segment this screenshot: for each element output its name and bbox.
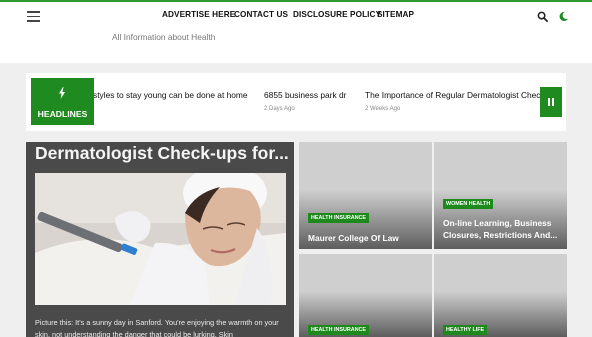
category-badge[interactable]: HEALTH INSURANCE (308, 213, 370, 223)
ticker-track: styles to stay young can be done at home… (26, 73, 566, 131)
moon-icon[interactable] (558, 11, 569, 22)
post-card[interactable]: HEALTH INSURANCE Maurer College Of Law (299, 142, 432, 249)
nav-contact-us[interactable]: CONTACT US (234, 10, 288, 19)
headlines-label: HEADLINES (37, 109, 88, 119)
post-card[interactable]: HEALTH INSURANCE (299, 254, 432, 337)
ticker-item[interactable]: styles to stay young can be done at home (93, 90, 248, 100)
ticker-pause-button[interactable] (540, 87, 562, 117)
post-card-title-line[interactable]: Closures, Restrictions And... (443, 229, 557, 241)
search-icon[interactable] (537, 11, 548, 22)
featured-post-title[interactable]: Dermatologist Check-ups for... (35, 143, 289, 164)
nav-advertise-here[interactable]: ADVERTISE HERE (162, 10, 235, 19)
headlines-label-box: HEADLINES (31, 78, 94, 125)
ticker-item-title[interactable]: styles to stay young can be done at home (93, 90, 248, 100)
post-card[interactable]: HEALTHY LIFE (434, 254, 567, 337)
pause-icon (548, 98, 551, 106)
category-badge[interactable]: HEALTHY LIFE (443, 325, 488, 335)
post-card-title-line[interactable]: On-line Learning, Business (443, 217, 557, 229)
post-card[interactable]: WOMEN HEALTH On-line Learning, Business … (434, 142, 567, 249)
nav-sitemap[interactable]: SITEMAP (377, 10, 414, 19)
site-header: ADVERTISE HERE CONTACT US DISCLOSURE POL… (0, 2, 592, 63)
site-tagline: All Information about Health (112, 32, 216, 42)
ticker-item-date: 2 Days Ago (264, 106, 295, 112)
featured-post[interactable]: Dermatologist Check-ups for... Picture t… (26, 142, 294, 337)
ticker-item[interactable]: 6855 business park dr 2 Days Ago (264, 90, 346, 112)
featured-post-excerpt: Picture this: It's a sunny day in Sanfor… (35, 318, 279, 337)
headlines-ticker: styles to stay young can be done at home… (26, 73, 566, 131)
category-badge[interactable]: WOMEN HEALTH (443, 199, 494, 209)
top-navigation: ADVERTISE HERE CONTACT US DISCLOSURE POL… (0, 10, 592, 24)
post-card-title[interactable]: Maurer College Of Law (308, 232, 399, 244)
post-card-title[interactable]: On-line Learning, Business Closures, Res… (443, 217, 557, 241)
featured-post-image[interactable] (35, 173, 286, 305)
ticker-item[interactable]: The Importance of Regular Dermatologist … (365, 90, 557, 112)
ticker-item-title[interactable]: 6855 business park dr (264, 90, 346, 100)
nav-disclosure-policy[interactable]: DISCLOSURE POLICY (293, 10, 381, 19)
ticker-item-title[interactable]: The Importance of Regular Dermatologist … (365, 90, 557, 100)
ticker-item-date: 2 Weeks Ago (365, 106, 401, 112)
lightning-bolt-icon (59, 87, 65, 99)
category-badge[interactable]: HEALTH INSURANCE (308, 325, 370, 335)
post-card-title-line[interactable]: Maurer College Of Law (308, 232, 399, 244)
